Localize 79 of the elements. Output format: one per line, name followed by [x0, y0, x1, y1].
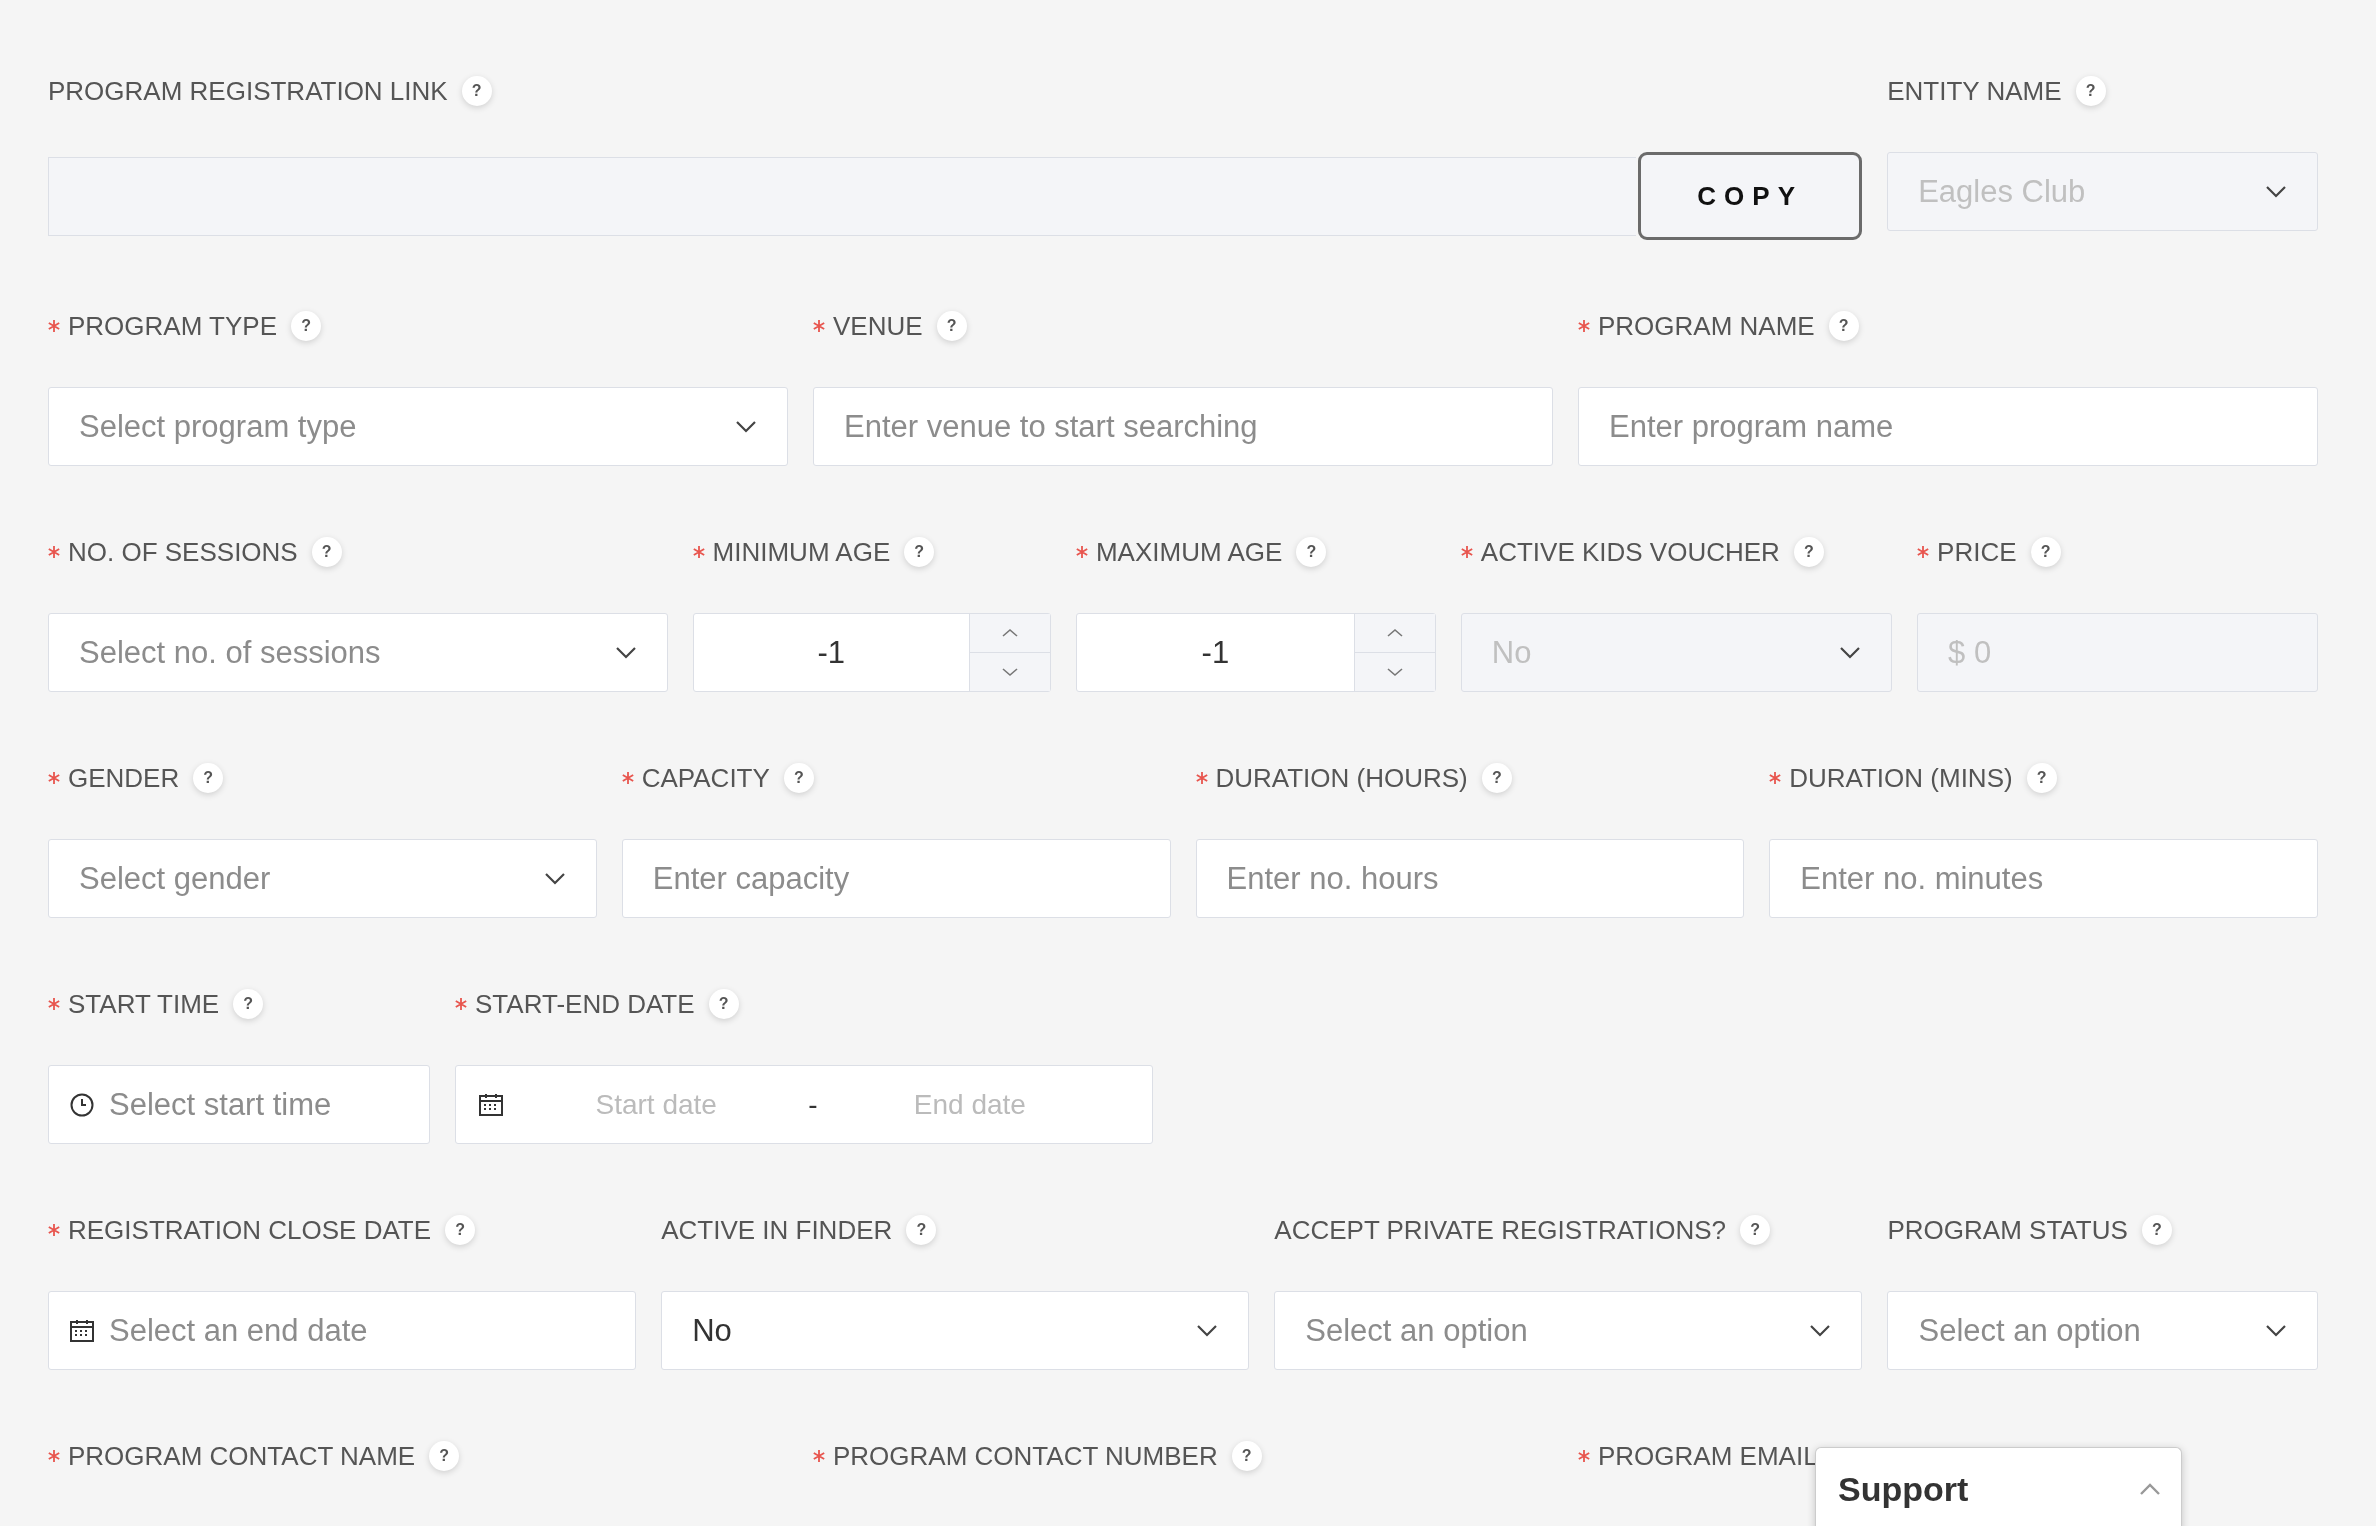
field-label: DURATION (MINS) [1789, 762, 2013, 794]
date-separator: - [808, 1088, 818, 1121]
number-input[interactable]: -1 [693, 614, 969, 691]
input-field[interactable]: Enter no. minutes [1769, 839, 2318, 918]
help-icon[interactable]: ? [291, 311, 321, 341]
end-date-placeholder: End date [913, 1088, 1026, 1121]
help-icon[interactable]: ? [445, 1215, 476, 1245]
field-label: NO. OF SESSIONS [68, 536, 298, 568]
help-icon[interactable]: ? [1481, 763, 1512, 793]
help-icon[interactable]: ? [783, 763, 814, 793]
field-label: PROGRAM REGISTRATION LINK [48, 75, 448, 107]
help-icon[interactable]: ? [708, 989, 739, 1019]
field-label: ACTIVE KIDS VOUCHER [1480, 536, 1780, 568]
field-label: ACTIVE IN FINDER [661, 1214, 893, 1246]
chevron-down-icon [1809, 1323, 1832, 1338]
field-label: START TIME [68, 988, 220, 1020]
help-icon[interactable]: ? [906, 1215, 937, 1245]
chevron-down-icon [2265, 1323, 2287, 1338]
chevron-down-icon [614, 645, 637, 660]
field-label: MAXIMUM AGE [1095, 536, 1283, 568]
help-icon[interactable]: ? [429, 1441, 460, 1471]
help-icon[interactable]: ? [461, 76, 492, 106]
copy-button[interactable]: COPY [1638, 152, 1863, 240]
chevron-down-icon [1386, 667, 1403, 677]
increment-button[interactable] [969, 614, 1050, 653]
field-label: PROGRAM TYPE [68, 310, 277, 342]
chevron-up-icon [1001, 628, 1018, 638]
start-date-placeholder: Start date [595, 1088, 717, 1121]
chevron-up-icon [1386, 628, 1403, 638]
field-label: GENDER [68, 762, 180, 794]
chevron-down-icon [1196, 1323, 1219, 1338]
help-icon[interactable]: ? [2141, 1215, 2172, 1245]
number-field[interactable]: -1 [692, 613, 1051, 692]
input-field[interactable]: Enter venue to start searching [813, 387, 1553, 466]
clock-icon [69, 1091, 95, 1118]
field-label: VENUE [833, 310, 923, 342]
field-label: PRICE [1937, 536, 2017, 568]
chevron-up-icon [2139, 1482, 2161, 1496]
field-label: PROGRAM EMAIL [1598, 1440, 1818, 1472]
input-field[interactable]: Enter capacity [621, 839, 1171, 918]
help-icon[interactable]: ? [904, 537, 935, 567]
field-label: ENTITY NAME [1887, 75, 2062, 107]
help-icon[interactable]: ? [1828, 311, 1859, 341]
field-label: PROGRAM STATUS [1887, 1214, 2128, 1246]
chevron-down-icon [2265, 184, 2287, 199]
field-label: ACCEPT PRIVATE REGISTRATIONS? [1274, 1214, 1727, 1246]
field-label: PROGRAM CONTACT NAME [68, 1440, 416, 1472]
help-icon[interactable]: ? [1740, 1215, 1771, 1245]
increment-button[interactable] [1354, 614, 1435, 653]
decrement-button[interactable] [969, 653, 1050, 691]
calendar-icon [478, 1091, 504, 1118]
calendar-icon [69, 1317, 95, 1344]
support-widget[interactable]: Support [1815, 1447, 2182, 1526]
decrement-button[interactable] [1354, 653, 1435, 691]
help-icon[interactable]: ? [311, 537, 342, 567]
help-icon[interactable]: ? [936, 311, 967, 341]
select-field[interactable]: No [661, 1291, 1250, 1370]
field-label: REGISTRATION CLOSE DATE [68, 1214, 432, 1246]
input-field[interactable]: Enter program name [1578, 387, 2318, 466]
date-range-field[interactable]: Start date - End date [455, 1065, 1153, 1144]
field-label: MINIMUM AGE [712, 536, 891, 568]
field-label: PROGRAM NAME [1598, 310, 1815, 342]
help-icon[interactable]: ? [2026, 763, 2057, 793]
input-field[interactable]: Enter no. hours [1195, 839, 1745, 918]
field-label: CAPACITY [641, 762, 770, 794]
field-label: DURATION (HOURS) [1215, 762, 1468, 794]
field-label: PROGRAM CONTACT NUMBER [833, 1440, 1218, 1472]
chevron-down-icon [543, 871, 566, 886]
number-input[interactable]: -1 [1076, 614, 1354, 691]
number-field[interactable]: -1 [1075, 613, 1436, 692]
help-icon[interactable]: ? [233, 989, 264, 1019]
chevron-down-icon [1001, 667, 1018, 677]
help-icon[interactable]: ? [1231, 1441, 1262, 1471]
link-field[interactable] [48, 156, 1637, 236]
help-icon[interactable]: ? [1296, 537, 1327, 567]
chevron-down-icon [735, 419, 757, 434]
chevron-down-icon [1839, 645, 1862, 660]
field-label: START-END DATE [475, 988, 695, 1020]
help-icon[interactable]: ? [193, 763, 224, 793]
